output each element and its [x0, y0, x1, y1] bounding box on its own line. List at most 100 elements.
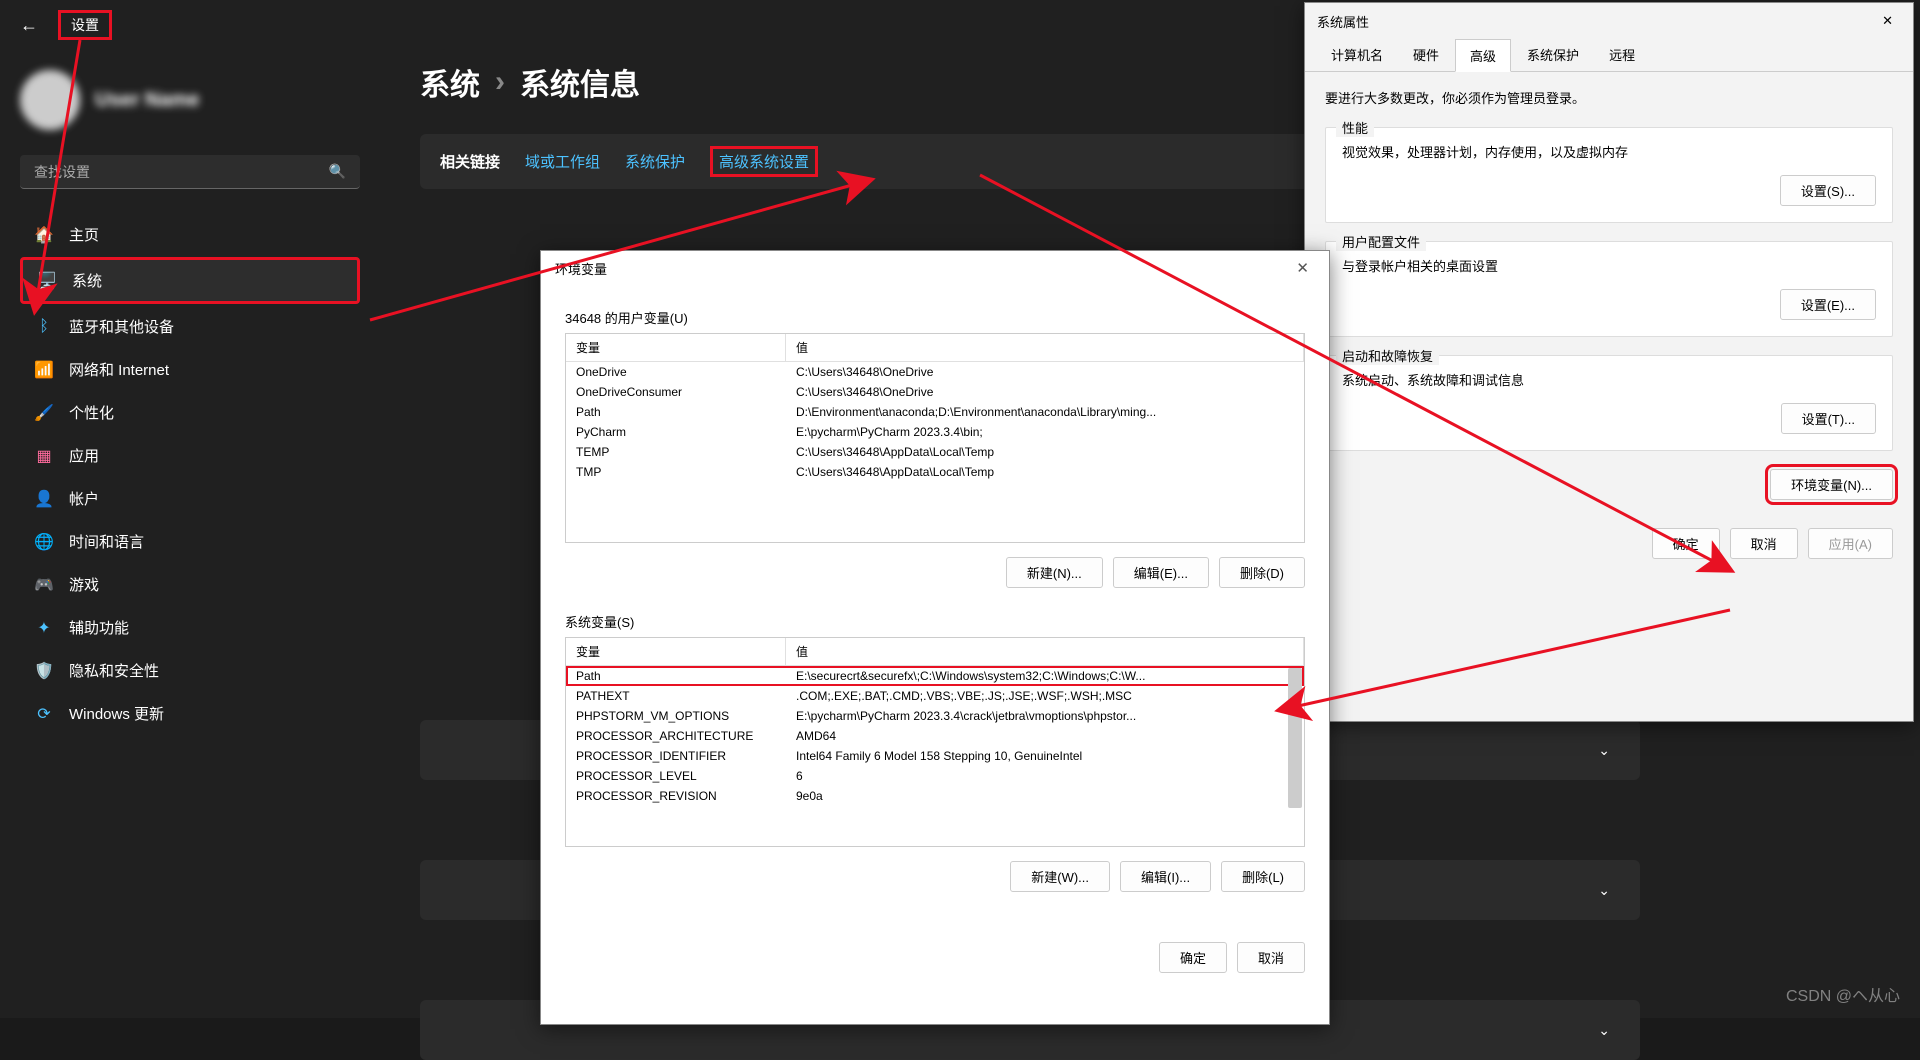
- delete-sys-var-button[interactable]: 删除(L): [1221, 861, 1305, 892]
- col-value[interactable]: 值: [786, 638, 1304, 665]
- related-label: 相关链接: [440, 151, 500, 172]
- close-icon[interactable]: ✕: [1874, 11, 1901, 31]
- sysprops-footer: 确定 取消 应用(A): [1305, 516, 1913, 571]
- sidebar-item-6[interactable]: 👤帐户: [20, 478, 360, 519]
- search-box[interactable]: 🔍: [20, 155, 360, 189]
- sysprops-note: 要进行大多数更改，你必须作为管理员登录。: [1325, 88, 1893, 107]
- env-titlebar: 环境变量 ✕: [541, 251, 1329, 286]
- var-value: C:\Users\34648\OneDrive: [786, 382, 1304, 402]
- nav-icon: ⟳: [34, 704, 54, 724]
- table-row[interactable]: PyCharmE:\pycharm\PyCharm 2023.3.4\bin;: [566, 422, 1304, 442]
- back-arrow-icon[interactable]: ←: [20, 15, 38, 36]
- var-value: 6: [786, 766, 1304, 786]
- link-domain[interactable]: 域或工作组: [525, 151, 600, 172]
- table-row[interactable]: PathE:\securecrt&securefx\;C:\Windows\sy…: [566, 666, 1304, 686]
- table-row[interactable]: OneDriveConsumerC:\Users\34648\OneDrive: [566, 382, 1304, 402]
- tab-4[interactable]: 远程: [1595, 39, 1649, 71]
- apply-button[interactable]: 应用(A): [1808, 528, 1893, 559]
- sidebar-item-7[interactable]: 🌐时间和语言: [20, 521, 360, 562]
- new-sys-var-button[interactable]: 新建(W)...: [1010, 861, 1110, 892]
- user-vars-table[interactable]: 变量 值 OneDriveC:\Users\34648\OneDriveOneD…: [565, 333, 1305, 543]
- sidebar-item-9[interactable]: ✦辅助功能: [20, 607, 360, 648]
- user-block[interactable]: User Name: [20, 70, 360, 130]
- sidebar-item-1[interactable]: 🖥️系统: [20, 257, 360, 304]
- breadcrumb-sysinfo: 系统信息: [520, 60, 640, 104]
- section-2: 启动和故障恢复 系统启动、系统故障和调试信息 设置(T)...: [1325, 355, 1893, 451]
- env-vars-button[interactable]: 环境变量(N)...: [1770, 469, 1893, 500]
- col-variable[interactable]: 变量: [566, 638, 786, 665]
- nav-label: 游戏: [69, 574, 99, 595]
- sidebar-item-8[interactable]: 🎮 游戏: [20, 564, 360, 605]
- var-name: Path: [566, 402, 786, 422]
- table-row[interactable]: OneDriveC:\Users\34648\OneDrive: [566, 362, 1304, 382]
- tab-1[interactable]: 硬件: [1399, 39, 1453, 71]
- tab-3[interactable]: 系统保护: [1513, 39, 1593, 71]
- section-settings-button[interactable]: 设置(S)...: [1780, 175, 1876, 206]
- chevron-down-icon: ⌄: [1598, 742, 1610, 759]
- sidebar-item-10[interactable]: 🛡️隐私和安全性: [20, 650, 360, 691]
- nav-icon: 🎮: [34, 575, 54, 595]
- table-row[interactable]: TEMPC:\Users\34648\AppData\Local\Temp: [566, 442, 1304, 462]
- var-name: PROCESSOR_IDENTIFIER: [566, 746, 786, 766]
- table-row[interactable]: TMPC:\Users\34648\AppData\Local\Temp: [566, 462, 1304, 482]
- col-value[interactable]: 值: [786, 334, 1304, 361]
- col-variable[interactable]: 变量: [566, 334, 786, 361]
- table-row[interactable]: PATHEXT.COM;.EXE;.BAT;.CMD;.VBS;.VBE;.JS…: [566, 686, 1304, 706]
- tab-2[interactable]: 高级: [1455, 39, 1511, 72]
- section-text: 与登录帐户相关的桌面设置: [1342, 256, 1876, 275]
- system-properties-dialog: 系统属性 ✕ 计算机名硬件高级系统保护远程 要进行大多数更改，你必须作为管理员登…: [1304, 2, 1914, 722]
- var-name: PyCharm: [566, 422, 786, 442]
- var-value: Intel64 Family 6 Model 158 Stepping 10, …: [786, 746, 1304, 766]
- var-name: PATHEXT: [566, 686, 786, 706]
- nav-label: 主页: [69, 224, 99, 245]
- table-row[interactable]: PHPSTORM_VM_OPTIONSE:\pycharm\PyCharm 20…: [566, 706, 1304, 726]
- env-vars-dialog: 环境变量 ✕ 34648 的用户变量(U) 变量 值 OneDriveC:\Us…: [540, 250, 1330, 1025]
- user-vars-buttons: 新建(N)... 编辑(E)... 删除(D): [565, 557, 1305, 588]
- delete-user-var-button[interactable]: 删除(D): [1219, 557, 1305, 588]
- nav-icon: 📶: [34, 360, 54, 380]
- edit-sys-var-button[interactable]: 编辑(I)...: [1120, 861, 1211, 892]
- sidebar-item-4[interactable]: 🖌️个性化: [20, 392, 360, 433]
- close-icon[interactable]: ✕: [1290, 259, 1315, 278]
- sidebar-item-5[interactable]: ▦应用: [20, 435, 360, 476]
- cancel-button[interactable]: 取消: [1730, 528, 1798, 559]
- sysprops-tabs: 计算机名硬件高级系统保护远程: [1305, 39, 1913, 72]
- search-input[interactable]: [34, 164, 329, 180]
- new-user-var-button[interactable]: 新建(N)...: [1006, 557, 1103, 588]
- sidebar-item-2[interactable]: ᛒ蓝牙和其他设备: [20, 306, 360, 347]
- section-settings-button[interactable]: 设置(E)...: [1780, 289, 1876, 320]
- nav-label: Windows 更新: [69, 703, 164, 724]
- tab-0[interactable]: 计算机名: [1317, 39, 1397, 71]
- nav-icon: ᛒ: [34, 317, 54, 337]
- link-advanced-settings[interactable]: 高级系统设置: [710, 146, 818, 177]
- nav-icon: ▦: [34, 446, 54, 466]
- var-value: C:\Users\34648\AppData\Local\Temp: [786, 442, 1304, 462]
- edit-user-var-button[interactable]: 编辑(E)...: [1113, 557, 1209, 588]
- cancel-button[interactable]: 取消: [1237, 942, 1305, 973]
- ok-button[interactable]: 确定: [1652, 528, 1720, 559]
- ok-button[interactable]: 确定: [1159, 942, 1227, 973]
- chevron-down-icon: ⌄: [1598, 882, 1610, 899]
- nav-label: 网络和 Internet: [69, 359, 169, 380]
- sidebar-item-3[interactable]: 📶 网络和 Internet: [20, 349, 360, 390]
- sidebar-item-0[interactable]: 🏠主页: [20, 214, 360, 255]
- sys-vars-table[interactable]: 变量 值 PathE:\securecrt&securefx\;C:\Windo…: [565, 637, 1305, 847]
- table-row[interactable]: PROCESSOR_IDENTIFIERIntel64 Family 6 Mod…: [566, 746, 1304, 766]
- table-row[interactable]: PROCESSOR_REVISION9e0a: [566, 786, 1304, 806]
- sidebar-item-11[interactable]: ⟳ Windows 更新: [20, 693, 360, 734]
- var-value: E:\pycharm\PyCharm 2023.3.4\bin;: [786, 422, 1304, 442]
- env-title: 环境变量: [555, 259, 607, 278]
- var-name: TMP: [566, 462, 786, 482]
- nav-label: 时间和语言: [69, 531, 144, 552]
- breadcrumb-system[interactable]: 系统: [420, 60, 480, 104]
- table-row[interactable]: PROCESSOR_LEVEL6: [566, 766, 1304, 786]
- scrollbar-thumb[interactable]: [1288, 668, 1302, 808]
- nav-label: 辅助功能: [69, 617, 129, 638]
- section-settings-button[interactable]: 设置(T)...: [1781, 403, 1876, 434]
- nav-label: 系统: [72, 270, 102, 291]
- link-sysprotect[interactable]: 系统保护: [625, 151, 685, 172]
- sidebar: User Name 🔍 🏠主页🖥️系统ᛒ蓝牙和其他设备 📶 网络和 Internet…: [0, 60, 380, 744]
- table-row[interactable]: PathD:\Environment\anaconda;D:\Environme…: [566, 402, 1304, 422]
- nav-icon: 👤: [34, 489, 54, 509]
- table-row[interactable]: PROCESSOR_ARCHITECTUREAMD64: [566, 726, 1304, 746]
